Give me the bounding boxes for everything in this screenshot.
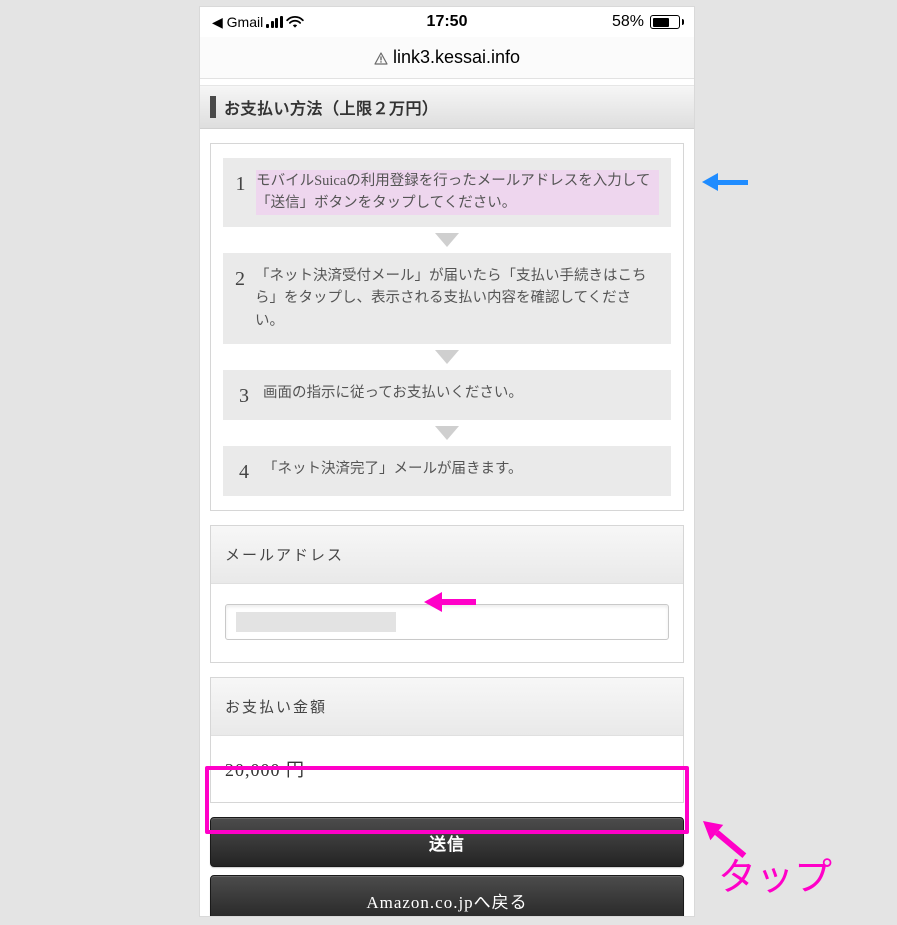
chevron-down-icon [435,350,459,364]
step-2: 2 「ネット決済受付メール」が届いたら「支払い手続きはこちら」をタップし、表示さ… [223,253,671,344]
redacted-value [236,612,396,632]
annotation-arrow-step1 [702,173,748,191]
step-number: 1 [235,170,246,196]
clock: 17:50 [427,13,468,31]
email-label: メールアドレス [211,526,683,584]
not-secure-warning-icon [374,52,388,66]
step-text: 「ネット決済受付メール」が届いたら「支払い手続きはこちら」をタップし、表示される… [255,265,659,332]
payment-method-title: お支払い方法（上限２万円） [224,95,439,119]
annotation-tap-label: タップ [718,846,832,901]
step-text: 画面の指示に従ってお支払いください。 [263,382,523,404]
cellular-signal-icon [266,16,283,28]
ios-status-bar: ◀ Gmail 17:50 58% [200,7,694,37]
step-3: 3 画面の指示に従ってお支払いください。 [223,370,671,420]
payment-method-header: お支払い方法（上限２万円） [200,85,694,129]
amount-label: お支払い金額 [211,678,683,736]
wifi-icon [286,15,304,29]
annotation-box-submit [205,766,689,834]
step-number: 4 [235,458,253,484]
back-to-app[interactable]: ◀ Gmail [212,14,263,31]
back-button-label: Amazon.co.jpへ戻る [366,888,527,913]
step-number: 3 [235,382,253,408]
battery-icon [648,15,684,29]
chevron-down-icon [435,426,459,440]
step-4: 4 「ネット決済完了」メールが届きます。 [223,446,671,496]
browser-address-bar[interactable]: link3.kessai.info [200,37,694,79]
back-button[interactable]: Amazon.co.jpへ戻る [210,875,684,917]
url-domain: link3.kessai.info [393,47,520,68]
step-text: モバイルSuicaの利用登録を行ったメールアドレスを入力して「送信」ボタンをタッ… [256,170,659,215]
steps-card: 1 モバイルSuicaの利用登録を行ったメールアドレスを入力して「送信」ボタンを… [210,143,684,511]
annotation-arrow-email [424,592,476,612]
step-number: 2 [235,265,245,291]
battery-percentage: 58% [612,13,644,31]
step-text: 「ネット決済完了」メールが届きます。 [263,458,523,480]
chevron-down-icon [435,233,459,247]
step-1: 1 モバイルSuicaの利用登録を行ったメールアドレスを入力して「送信」ボタンを… [223,158,671,227]
